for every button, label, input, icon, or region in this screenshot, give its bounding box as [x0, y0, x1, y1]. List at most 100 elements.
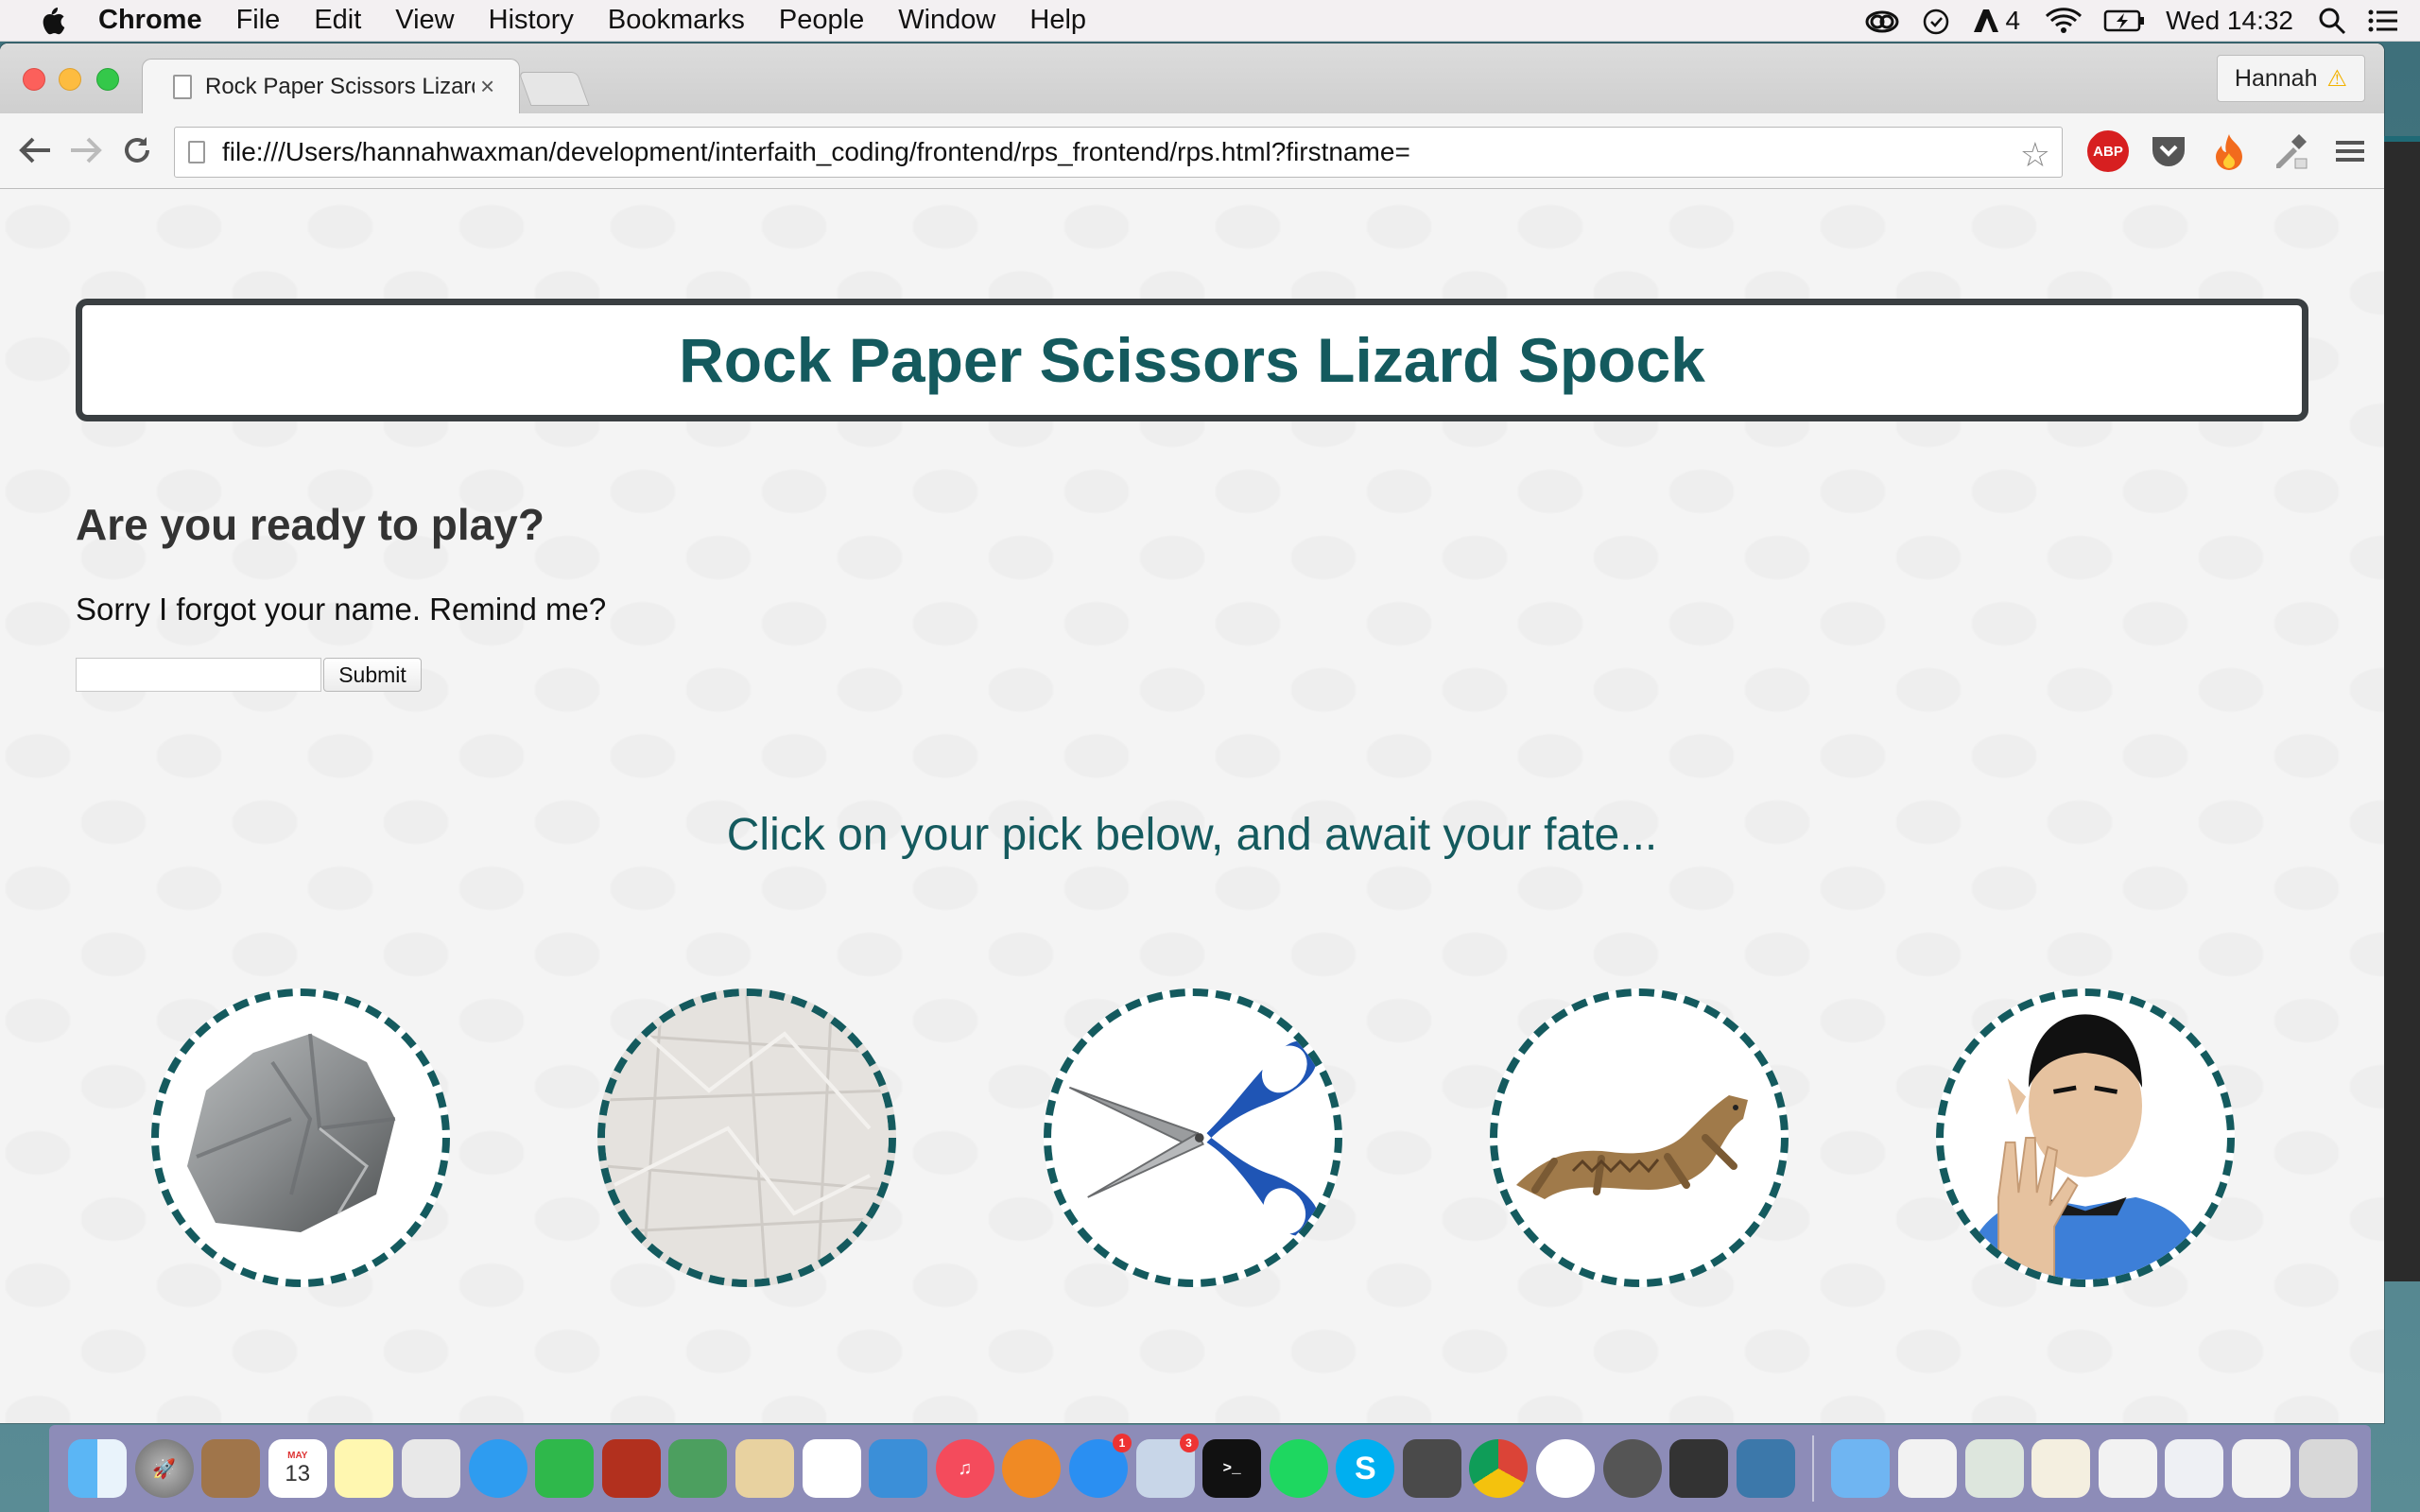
- minimized-window-4[interactable]: [2098, 1439, 2157, 1498]
- vlc-icon[interactable]: [1536, 1439, 1596, 1498]
- notes-icon[interactable]: [335, 1439, 394, 1498]
- pocket-icon[interactable]: [2148, 130, 2189, 172]
- spock-icon: [1962, 1014, 2209, 1280]
- trash-icon[interactable]: [2298, 1439, 2358, 1498]
- menu-history[interactable]: History: [489, 5, 574, 36]
- profile-name: Hannah: [2234, 64, 2318, 92]
- chrome-menu-icon[interactable]: [2329, 130, 2371, 172]
- menu-bar: Chrome File Edit View History Bookmarks …: [0, 0, 2420, 42]
- itunes-icon[interactable]: ♫: [935, 1439, 994, 1498]
- iphoto-icon[interactable]: [668, 1439, 728, 1498]
- timer-icon[interactable]: [1921, 6, 1951, 36]
- page-title: Rock Paper Scissors Lizard Spock: [679, 325, 1705, 395]
- numbers-icon[interactable]: [802, 1439, 861, 1498]
- instruction-text: Click on your pick below, and await your…: [726, 810, 1658, 860]
- page-viewport: Rock Paper Scissors Lizard Spock Are you…: [0, 189, 2384, 1423]
- forward-button[interactable]: [62, 127, 110, 174]
- reminders-icon[interactable]: [401, 1439, 460, 1498]
- spotify-icon[interactable]: [1269, 1439, 1328, 1498]
- battery-icon[interactable]: [2103, 9, 2145, 33]
- mail-badge: 3: [1179, 1434, 1199, 1452]
- clock[interactable]: Wed 14:32: [2166, 6, 2293, 36]
- wifi-icon[interactable]: [2045, 7, 2083, 35]
- dock: 🚀 MAY 13 ♫ 1 3 >_ S: [49, 1425, 2371, 1512]
- facetime-icon[interactable]: [535, 1439, 595, 1498]
- profile-button[interactable]: Hannah ⚠: [2216, 55, 2365, 102]
- name-prompt: Sorry I forgot your name. Remind me?: [76, 592, 607, 627]
- notification-center-icon[interactable]: [2367, 8, 2399, 34]
- pick-rock[interactable]: [151, 988, 450, 1287]
- back-button[interactable]: [11, 127, 59, 174]
- page-favicon-icon: [173, 74, 192, 99]
- contacts-icon[interactable]: [201, 1439, 261, 1498]
- keynote-icon[interactable]: [869, 1439, 928, 1498]
- page-icon: [188, 141, 205, 163]
- photo-booth-icon[interactable]: [601, 1439, 661, 1498]
- ibooks-icon[interactable]: [1002, 1439, 1062, 1498]
- background-window: [2384, 142, 2420, 1281]
- eyedropper-extension-icon[interactable]: [2269, 130, 2310, 172]
- bookmark-star-icon[interactable]: ☆: [2020, 135, 2050, 175]
- sublime-text-icon[interactable]: [1402, 1439, 1461, 1498]
- new-tab-button[interactable]: [518, 72, 590, 106]
- calendar-icon[interactable]: MAY 13: [268, 1439, 327, 1498]
- pick-paper[interactable]: [597, 988, 896, 1287]
- app-store-badge: 1: [1112, 1434, 1132, 1452]
- browser-toolbar: file:///Users/hannahwaxman/development/i…: [0, 113, 2384, 189]
- minimized-window-6[interactable]: [2232, 1439, 2290, 1498]
- printer-icon[interactable]: [1669, 1439, 1729, 1498]
- menu-app-name[interactable]: Chrome: [98, 5, 202, 36]
- submit-button[interactable]: Submit: [323, 658, 422, 692]
- lizard-icon: [1516, 1095, 1748, 1199]
- menu-people[interactable]: People: [779, 5, 864, 36]
- fire-extension-icon[interactable]: [2208, 130, 2250, 172]
- tab-active[interactable]: Rock Paper Scissors Lizard Spock ×: [142, 59, 520, 113]
- tab-strip: Rock Paper Scissors Lizard Spock × Hanna…: [0, 43, 2384, 113]
- pages-icon[interactable]: [735, 1439, 794, 1498]
- launchpad-icon[interactable]: 🚀: [134, 1439, 194, 1498]
- system-preferences-icon[interactable]: [1602, 1439, 1662, 1498]
- adblock-plus-icon[interactable]: ABP: [2087, 130, 2129, 172]
- minimized-window-3[interactable]: [2031, 1439, 2091, 1498]
- paper-icon: [605, 996, 889, 1280]
- app-store-icon[interactable]: 1: [1068, 1434, 1132, 1498]
- minimize-window-button[interactable]: [59, 68, 81, 91]
- minimized-window-5[interactable]: [2165, 1439, 2224, 1498]
- browser-window: Rock Paper Scissors Lizard Spock × Hanna…: [0, 43, 2384, 1423]
- name-input[interactable]: [76, 658, 321, 692]
- calendar-month: MAY: [287, 1450, 308, 1461]
- title-banner: Rock Paper Scissors Lizard Spock: [76, 299, 2308, 421]
- mail-icon[interactable]: 3: [1135, 1434, 1199, 1498]
- dock-separator: [1812, 1435, 1815, 1502]
- spotlight-icon[interactable]: [2318, 7, 2346, 35]
- menu-window[interactable]: Window: [898, 5, 995, 36]
- ready-heading: Are you ready to play?: [76, 500, 544, 549]
- reload-button[interactable]: [113, 127, 161, 174]
- url-text[interactable]: file:///Users/hannahwaxman/development/i…: [222, 137, 1410, 167]
- finder-icon[interactable]: [68, 1439, 127, 1498]
- terminal-icon[interactable]: >_: [1202, 1439, 1262, 1498]
- menu-file[interactable]: File: [236, 5, 281, 36]
- pick-scissors[interactable]: [1044, 988, 1342, 1287]
- adobe-badge-count: 4: [2005, 6, 2021, 35]
- minimized-window-2[interactable]: [1964, 1439, 2024, 1498]
- menu-view[interactable]: View: [395, 5, 454, 36]
- menu-edit[interactable]: Edit: [314, 5, 361, 36]
- zoom-window-button[interactable]: [96, 68, 119, 91]
- menu-bookmarks[interactable]: Bookmarks: [608, 5, 745, 36]
- close-window-button[interactable]: [23, 68, 45, 91]
- creative-cloud-icon[interactable]: [1864, 8, 1900, 34]
- minimized-window-1[interactable]: [1898, 1439, 1958, 1498]
- menu-help[interactable]: Help: [1029, 5, 1086, 36]
- downloads-folder-icon[interactable]: [1831, 1439, 1891, 1498]
- python-icon[interactable]: [1736, 1439, 1795, 1498]
- chrome-icon[interactable]: [1469, 1439, 1529, 1498]
- address-bar[interactable]: file:///Users/hannahwaxman/development/i…: [174, 127, 2063, 178]
- tab-close-icon[interactable]: ×: [480, 72, 494, 101]
- skype-icon[interactable]: S: [1336, 1439, 1395, 1498]
- pick-spock[interactable]: [1936, 988, 2235, 1287]
- apple-icon[interactable]: [38, 6, 66, 36]
- adobe-icon[interactable]: [1972, 8, 2000, 34]
- messages-icon[interactable]: [468, 1439, 527, 1498]
- pick-lizard[interactable]: [1490, 988, 1789, 1287]
